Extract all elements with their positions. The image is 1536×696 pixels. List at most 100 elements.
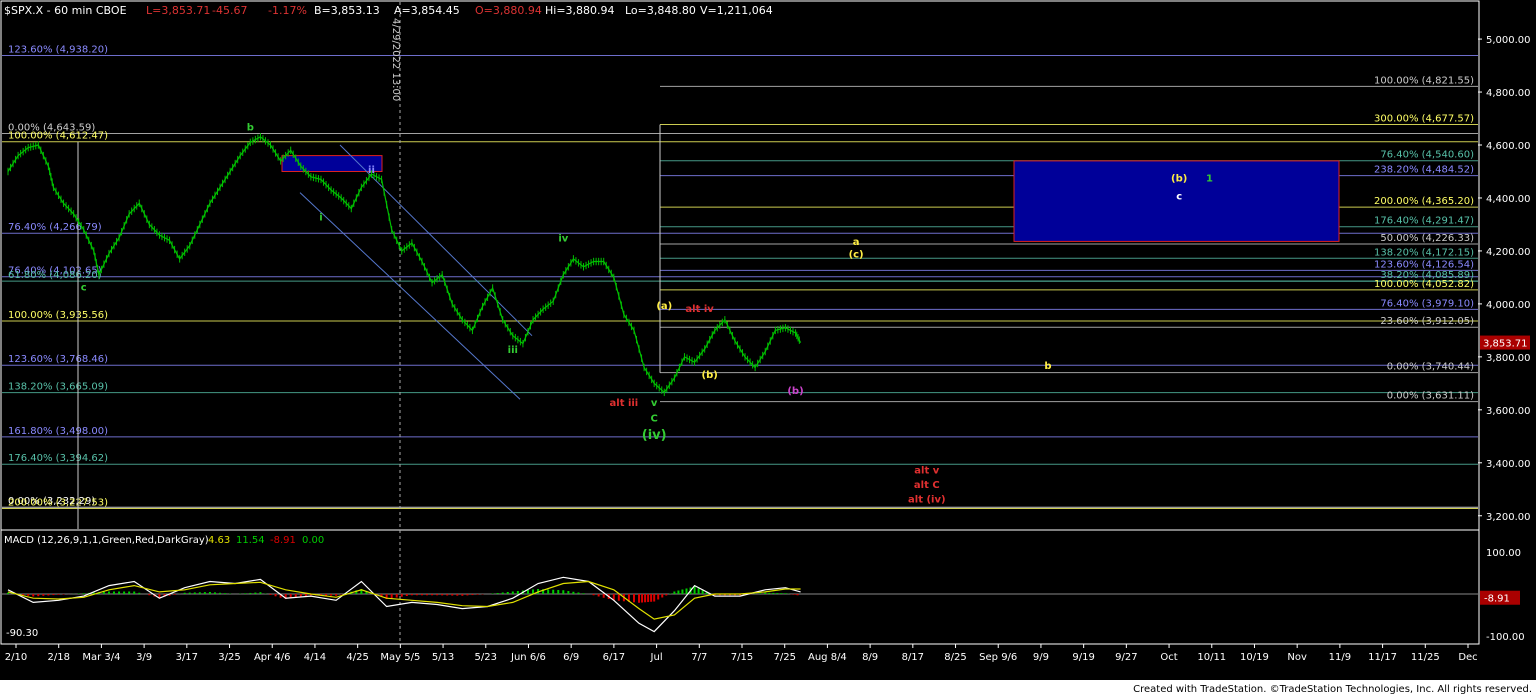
wave-label: alt v	[914, 465, 939, 476]
fib-level-label: 123.60% (3,768.46)	[8, 354, 108, 365]
fib-level-label: 123.60% (4,126.54)	[1374, 259, 1474, 270]
x-tick-label: 4/14	[304, 652, 326, 663]
resistance-box	[281, 155, 383, 172]
y-tick-label: 4,200.00	[1486, 247, 1531, 258]
x-tick-label: 11/25	[1411, 652, 1440, 663]
x-tick-label: Dec	[1458, 652, 1477, 663]
wave-label: b	[1044, 361, 1051, 372]
fib-level-label: 161.80% (3,498.00)	[8, 426, 108, 437]
fib-level-label: 100.00% (4,052.82)	[1374, 279, 1474, 290]
x-tick-label: 4/25	[346, 652, 368, 663]
wave-label: (c)	[849, 250, 864, 261]
fib-level-label: 300.00% (4,677.57)	[1374, 113, 1474, 124]
x-tick-label: 3/9	[136, 652, 152, 663]
header-high: Hi=3,880.94	[545, 4, 615, 17]
y-tick-label: 5,000.00	[1486, 35, 1531, 46]
x-tick-label: 8/9	[862, 652, 878, 663]
x-tick-label: 7/7	[691, 652, 707, 663]
x-tick-label: Jun 6/6	[510, 652, 546, 663]
wave-label: (iv)	[642, 428, 667, 443]
fib-level-label: 76.40% (3,979.10)	[1380, 298, 1474, 309]
x-tick-label: 9/9	[1033, 652, 1049, 663]
fib-level-label: 23.60% (3,912.05)	[1380, 316, 1474, 327]
fib-level-label: 123.60% (4,938.20)	[8, 44, 108, 55]
macd-low-label: -90.30	[6, 628, 38, 639]
wave-label: a	[853, 237, 860, 248]
x-tick-label: Nov	[1287, 652, 1307, 663]
x-tick-label: 8/17	[902, 652, 924, 663]
x-tick-label: 9/19	[1072, 652, 1094, 663]
fib-level-label: 200.00% (3,227.53)	[8, 497, 108, 508]
header-ask: A=3,854.45	[394, 4, 460, 17]
x-tick-label: Jul	[650, 652, 663, 663]
tradestation-chart: $SPX.X - 60 min CBOE L=3,853.71 -45.67 -…	[0, 0, 1536, 696]
fib-level-label: 138.20% (4,172.15)	[1374, 247, 1474, 258]
macd-last-label: -8.91	[1484, 594, 1510, 605]
wave-label: (b)	[702, 370, 718, 381]
fib-level-label: 100.00% (4,612.47)	[8, 131, 108, 142]
macd-y-tick-label: -100.00	[1486, 632, 1525, 643]
fib-level-label: 50.00% (4,226.33)	[1380, 233, 1474, 244]
wave-label: alt iii	[610, 398, 639, 409]
time-marker-label: 4/29/2022 13:00	[390, 18, 401, 101]
wave-label: C	[651, 414, 658, 425]
wave-label: c	[81, 283, 87, 294]
fib-level-label: 76.40% (4,540.60)	[1380, 150, 1474, 161]
y-tick-label: 4,800.00	[1486, 88, 1531, 99]
y-tick-label: 4,400.00	[1486, 194, 1531, 205]
wave-label: i	[319, 212, 322, 223]
x-tick-label: 3/17	[176, 652, 198, 663]
wave-label: b	[247, 122, 254, 133]
fib-level-label: 100.00% (3,935.56)	[8, 310, 108, 321]
x-tick-label: 2/18	[47, 652, 69, 663]
fib-level-label: 200.00% (4,365.20)	[1374, 196, 1474, 207]
header-last: L=3,853.71	[146, 4, 210, 17]
fib-level-label: 238.20% (4,484.52)	[1374, 165, 1474, 176]
x-tick-label: 5/13	[432, 652, 454, 663]
x-tick-label: Mar 3/4	[82, 652, 120, 663]
x-tick-label: 11/9	[1329, 652, 1351, 663]
x-tick-label: 10/19	[1240, 652, 1269, 663]
x-tick-label: 6/17	[603, 652, 625, 663]
fib-level-label: 176.40% (4,291.47)	[1374, 216, 1474, 227]
wave-label: alt iv	[685, 304, 714, 315]
wave-label: c	[1176, 191, 1182, 202]
wave-label: alt (iv)	[908, 495, 946, 506]
macd-title: MACD (12,26,9,1,1,Green,Red,DarkGray)	[4, 535, 209, 546]
y-tick-label: 4,000.00	[1486, 300, 1531, 311]
header-low: Lo=3,848.80	[625, 4, 696, 17]
wave-label: iii	[508, 345, 518, 356]
header-open: O=3,880.94	[475, 4, 542, 17]
macd-y-tick-label: 100.00	[1486, 548, 1521, 559]
fib-level-label: 0.00% (3,740.44)	[1387, 362, 1474, 373]
macd-readout-diff: -8.91	[270, 535, 296, 546]
wave-label: ii	[368, 165, 375, 176]
y-tick-label: 3,800.00	[1486, 353, 1531, 364]
wave-label: (b)	[1171, 174, 1187, 185]
y-tick-label: 3,600.00	[1486, 406, 1531, 417]
footer-credit: Created with TradeStation. ©TradeStation…	[1133, 684, 1532, 695]
header-symbol: $SPX.X - 60 min CBOE	[4, 4, 127, 17]
fib-level-label: 100.00% (4,821.55)	[1374, 75, 1474, 86]
fib-level-label: 138.20% (3,665.09)	[8, 382, 108, 393]
wave-label: alt C	[914, 480, 940, 491]
header-change: -45.67	[212, 4, 247, 17]
fib-level-label: 61.80% (4,086.20)	[8, 270, 102, 281]
x-tick-label: Aug 8/4	[808, 652, 847, 663]
x-tick-label: 7/15	[731, 652, 753, 663]
fib-level-label: 176.40% (3,394.62)	[8, 453, 108, 464]
fib-level-label: 76.40% (4,266.79)	[8, 222, 102, 233]
x-tick-label: Oct	[1160, 652, 1177, 663]
y-tick-label: 4,600.00	[1486, 141, 1531, 152]
x-tick-label: 7/25	[773, 652, 795, 663]
wave-label: 1	[1206, 174, 1213, 185]
y-tick-label: 3,200.00	[1486, 512, 1531, 523]
x-tick-label: May 5/5	[380, 652, 420, 663]
x-tick-label: 11/17	[1368, 652, 1397, 663]
wave-label: (a)	[656, 301, 672, 312]
wave-label: iv	[558, 234, 568, 245]
x-tick-label: 9/27	[1115, 652, 1137, 663]
macd-readout-zero: 0.00	[302, 535, 324, 546]
x-tick-label: 6/9	[563, 652, 579, 663]
x-tick-label: Sep 9/6	[979, 652, 1017, 663]
